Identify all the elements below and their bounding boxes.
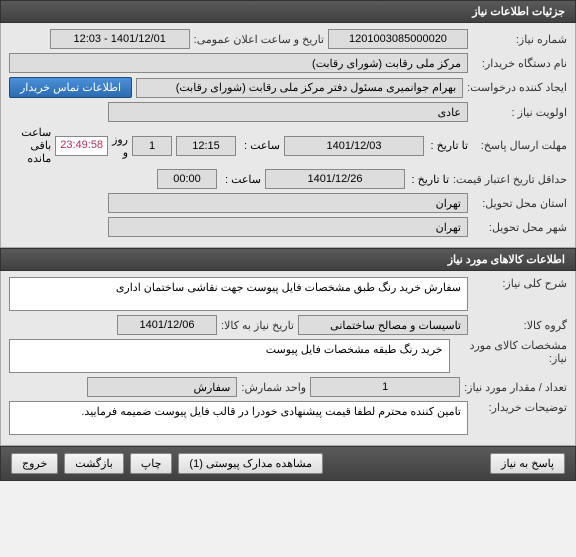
delivery-province-label: استان محل تحویل: (472, 197, 567, 210)
need-details-body: شماره نیاز: تاریخ و ساعت اعلان عمومی: نا… (0, 23, 576, 248)
goods-date-field (117, 315, 217, 335)
reply-date-field (284, 136, 424, 156)
to-date-label-1: تا تاریخ : (428, 139, 468, 152)
goods-info-header: اطلاعات کالاهای مورد نیاز (0, 248, 576, 271)
delivery-province-field (108, 193, 468, 213)
goods-spec-field[interactable] (9, 339, 450, 373)
need-details-header: جزئیات اطلاعات نیاز (0, 0, 576, 23)
days-label: روز و (112, 133, 128, 159)
unit-label: واحد شمارش: (241, 381, 306, 394)
price-date-field (265, 169, 405, 189)
back-button[interactable]: بازگشت (64, 453, 124, 474)
reply-deadline-label: مهلت ارسال پاسخ: (472, 139, 567, 152)
exit-button[interactable]: خروج (11, 453, 58, 474)
price-validity-label: حداقل تاریخ اعتبار قیمت: (453, 173, 567, 186)
view-attachments-button[interactable]: مشاهده مدارک پیوستی (1) (178, 453, 323, 474)
reply-to-need-button[interactable]: پاسخ به نیاز (490, 453, 565, 474)
priority-label: اولویت نیاز : (472, 106, 567, 119)
reply-time-field (176, 136, 236, 156)
public-datetime-field (50, 29, 190, 49)
countdown-timer: 23:49:58 (55, 136, 108, 156)
general-desc-field[interactable] (9, 277, 468, 311)
time-label-2: ساعت : (221, 173, 261, 186)
goods-group-field (298, 315, 468, 335)
time-label-1: ساعت : (240, 139, 280, 152)
delivery-city-field (108, 217, 468, 237)
buyer-org-label: نام دستگاه خریدار: (472, 57, 567, 70)
buyer-org-field (9, 53, 468, 73)
buyer-notes-label: توضیحات خریدار: (472, 401, 567, 414)
quantity-field (310, 377, 460, 397)
requester-field (136, 78, 463, 98)
requester-label: ایجاد کننده درخواست: (467, 81, 567, 94)
to-date-label-2: تا تاریخ : (409, 173, 449, 186)
need-number-field (328, 29, 468, 49)
need-number-label: شماره نیاز: (472, 33, 567, 46)
days-count-field (132, 136, 172, 156)
priority-field (108, 102, 468, 122)
goods-group-label: گروه کالا: (472, 319, 567, 332)
price-time-field (157, 169, 217, 189)
remaining-label: ساعت باقی مانده (9, 126, 51, 165)
goods-date-label: تاریخ نیاز به کالا: (221, 319, 294, 332)
goods-info-body: شرح کلی نیاز: گروه کالا: تاریخ نیاز به ک… (0, 271, 576, 446)
print-button[interactable]: چاپ (130, 453, 173, 474)
buyer-contact-button[interactable]: اطلاعات تماس خریدار (9, 77, 132, 98)
general-desc-label: شرح کلی نیاز: (472, 277, 567, 290)
goods-spec-label: مشخصات کالای مورد نیاز: (454, 339, 567, 365)
buyer-notes-field[interactable] (9, 401, 468, 435)
public-datetime-label: تاریخ و ساعت اعلان عمومی: (194, 33, 324, 46)
footer-bar: پاسخ به نیاز مشاهده مدارک پیوستی (1) چاپ… (0, 446, 576, 481)
delivery-city-label: شهر محل تحویل: (472, 221, 567, 234)
unit-field (87, 377, 237, 397)
quantity-label: تعداد / مقدار مورد نیاز: (464, 381, 567, 394)
